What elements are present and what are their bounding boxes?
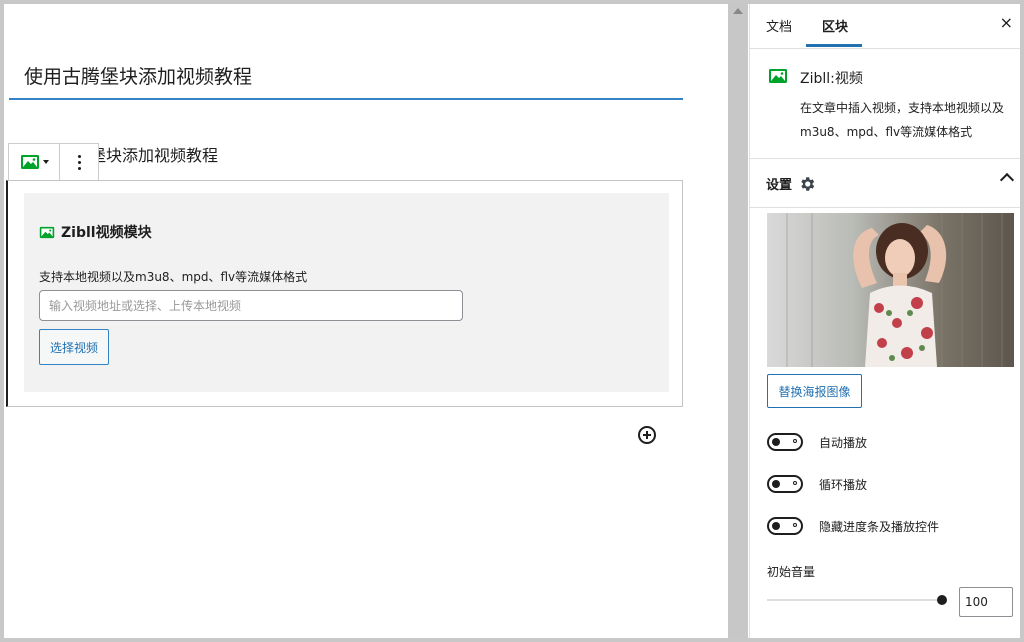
gear-icon xyxy=(801,176,815,191)
poster-image[interactable] xyxy=(767,213,1014,367)
volume-slider[interactable] xyxy=(767,595,947,605)
chevron-up-icon[interactable] xyxy=(999,172,1015,188)
more-vertical-icon xyxy=(77,154,81,170)
scroll-up-arrow-icon[interactable] xyxy=(733,8,743,14)
post-title[interactable]: 使用古腾堡块添加视频教程 xyxy=(24,62,252,89)
toggle-autoplay-label: 自动播放 xyxy=(819,435,868,450)
sidebar-tabs: 文档 区块 × xyxy=(750,4,1020,49)
settings-panel-header[interactable]: 设置 xyxy=(766,174,816,193)
chevron-down-icon xyxy=(42,160,49,164)
close-icon[interactable]: × xyxy=(1000,13,1013,32)
block-type-switcher-button[interactable] xyxy=(9,144,60,180)
toggle-autoplay[interactable]: 自动播放 xyxy=(767,433,867,451)
volume-label: 初始音量 xyxy=(767,565,816,579)
video-block-icon xyxy=(769,69,787,83)
post-title-underline xyxy=(9,98,683,100)
select-video-button[interactable]: 选择视频 xyxy=(39,329,109,365)
zibll-video-placeholder: Zibll视频模块 支持本地视频以及m3u8、mpd、flv等流媒体格式 选择视… xyxy=(24,193,669,392)
block-card: Zibll:视频 在文章中插入视频，支持本地视频以及m3u8、mpd、flv等流… xyxy=(750,48,1020,159)
editor-scrollbar[interactable] xyxy=(728,4,748,638)
toggle-hide-controls[interactable]: 隐藏进度条及播放控件 xyxy=(767,517,939,535)
active-tab-indicator xyxy=(806,44,862,47)
block-toolbar xyxy=(8,143,99,181)
settings-sidebar: 文档 区块 × Zibll:视频 在文章中插入视频，支持本地视频以及m3u8、m… xyxy=(749,4,1020,638)
video-block-title-text: Zibll视频模块 xyxy=(61,225,152,241)
loop-switch[interactable] xyxy=(767,475,803,493)
tab-document[interactable]: 文档 xyxy=(766,16,792,35)
video-url-input[interactable] xyxy=(39,290,463,321)
editor-canvas: 使用古腾堡块添加视频教程 使用古腾堡块添加视频教程 Zibll视频模块 支持本地… xyxy=(4,4,728,638)
settings-heading: 设置 xyxy=(766,178,793,193)
tab-block[interactable]: 区块 xyxy=(822,16,848,35)
replace-poster-button[interactable]: 替换海报图像 xyxy=(767,374,862,408)
toggle-hide-controls-label: 隐藏进度条及播放控件 xyxy=(819,519,940,534)
video-block-title: Zibll视频模块 xyxy=(39,222,152,242)
poster-photo-illustration xyxy=(767,213,1014,367)
video-block-icon xyxy=(20,155,39,169)
add-block-icon[interactable] xyxy=(638,426,656,444)
zibll-video-block[interactable]: Zibll视频模块 支持本地视频以及m3u8、mpd、flv等流媒体格式 选择视… xyxy=(6,180,683,407)
volume-slider-fill xyxy=(767,599,942,601)
block-card-title: Zibll:视频 xyxy=(800,71,863,87)
toggle-loop[interactable]: 循环播放 xyxy=(767,475,867,493)
hide-controls-switch[interactable] xyxy=(767,517,803,535)
volume-slider-thumb[interactable] xyxy=(937,595,947,605)
divider xyxy=(750,207,1020,208)
video-block-description: 支持本地视频以及m3u8、mpd、flv等流媒体格式 xyxy=(39,270,308,284)
block-options-button[interactable] xyxy=(60,144,98,180)
toggle-loop-label: 循环播放 xyxy=(819,477,868,492)
volume-input[interactable] xyxy=(959,587,1013,617)
block-card-description: 在文章中插入视频，支持本地视频以及m3u8、mpd、flv等流媒体格式 xyxy=(800,101,1005,139)
autoplay-switch[interactable] xyxy=(767,433,803,451)
video-block-icon xyxy=(39,226,55,238)
